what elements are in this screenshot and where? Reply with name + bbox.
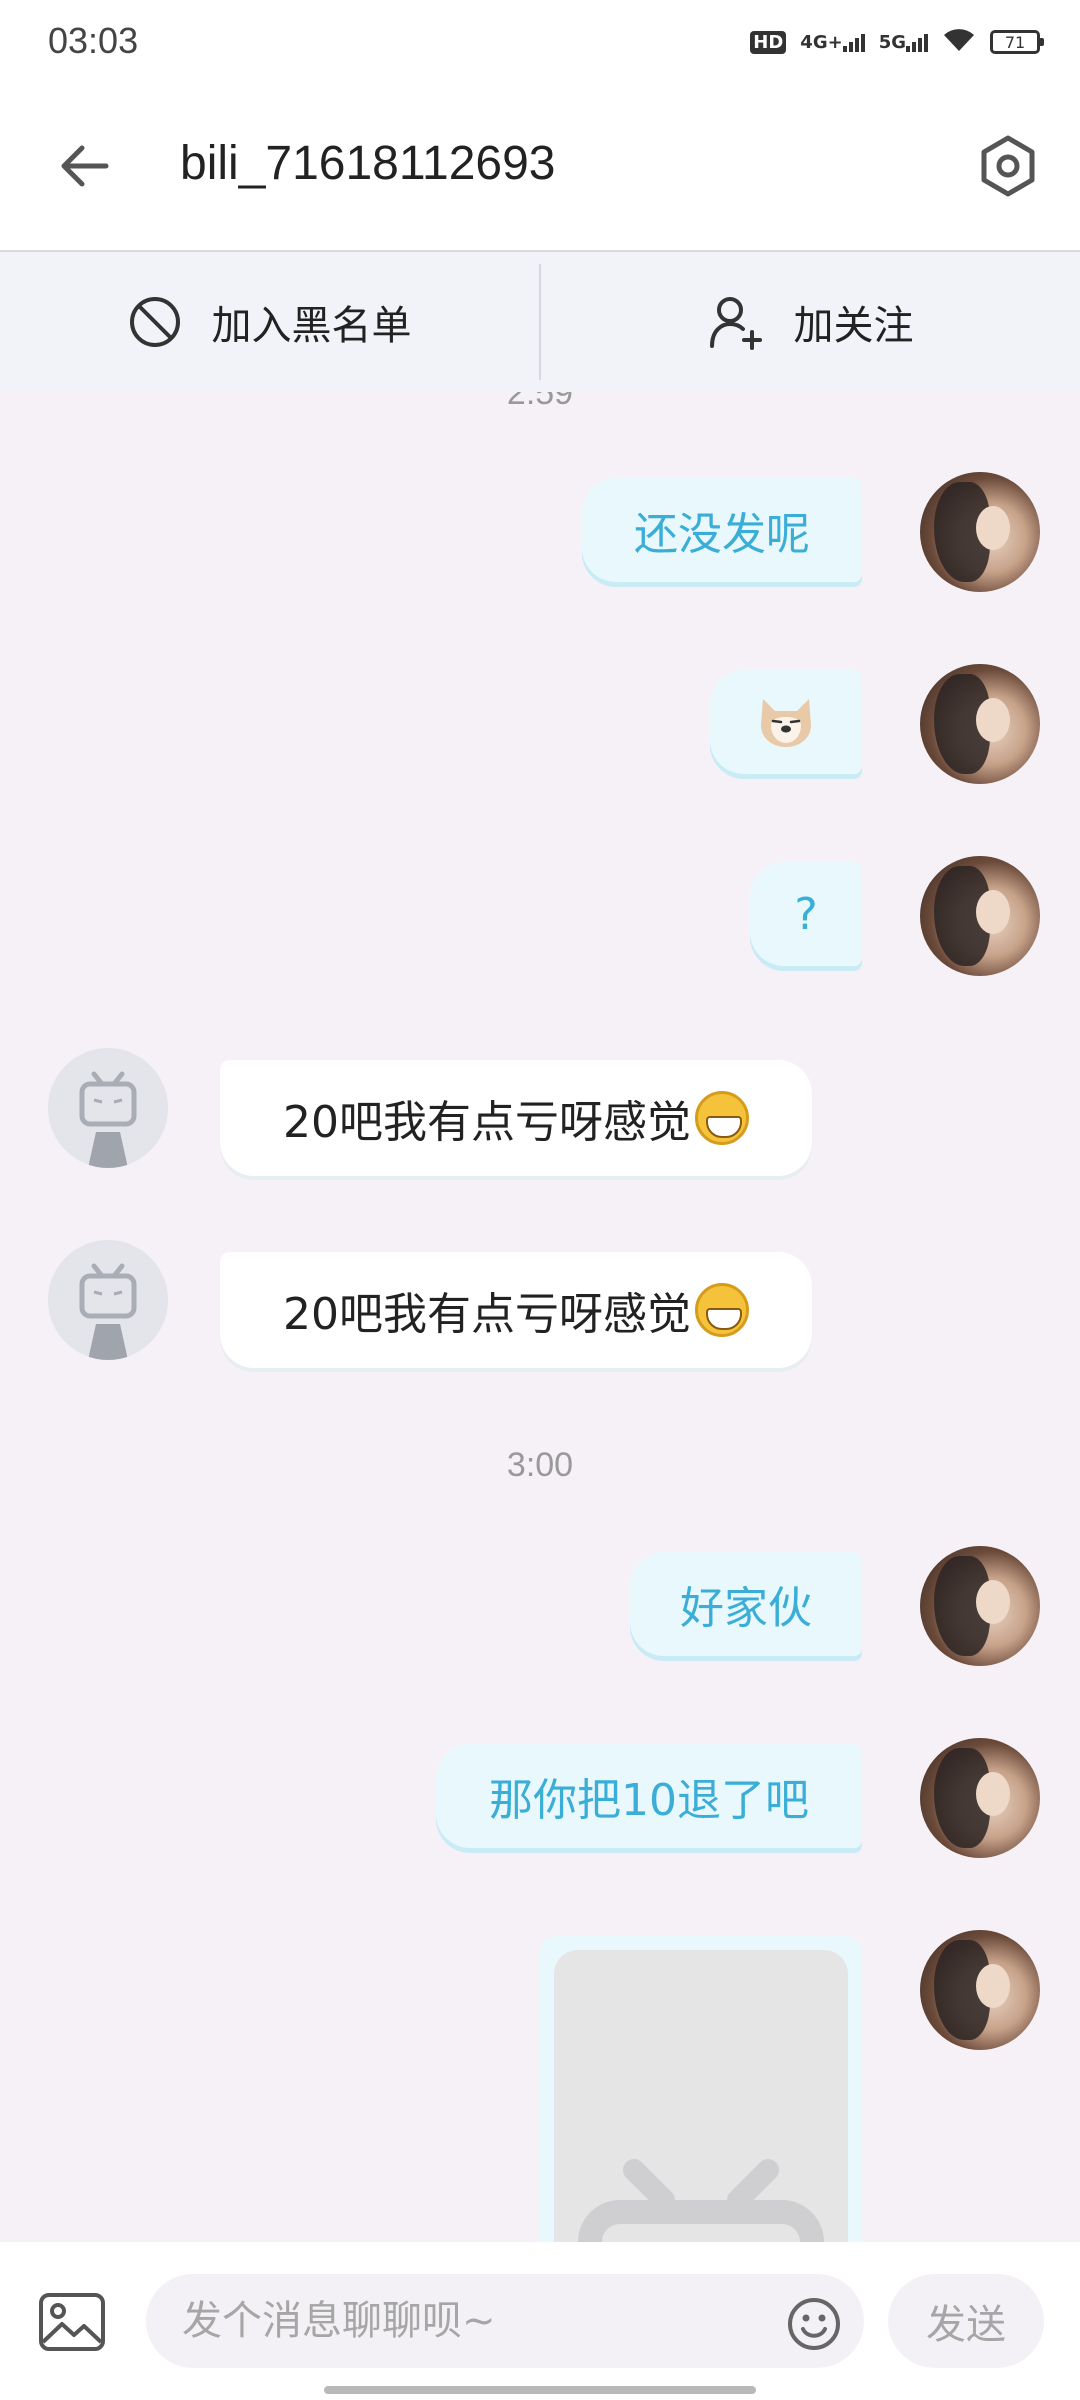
card-thumbnail: [554, 1950, 848, 2242]
hd-icon: HD: [750, 30, 787, 54]
message-bubble[interactable]: [710, 670, 862, 774]
input-bar: 发送: [0, 2242, 1080, 2400]
chat-header: bili_71618112693: [0, 80, 1080, 252]
blacklist-label: 加入黑名单: [211, 303, 412, 349]
grinning-face-emoji: [695, 1283, 749, 1337]
action-bar: 加入黑名单 加关注: [0, 252, 1080, 392]
other-avatar[interactable]: [48, 1240, 168, 1360]
my-avatar[interactable]: [920, 1930, 1040, 2050]
message-bubble[interactable]: 20吧我有点亏呀感觉: [220, 1060, 812, 1176]
add-user-icon: [709, 297, 762, 350]
message-bubble[interactable]: ?: [750, 862, 862, 966]
shared-card-message[interactable]: [540, 1936, 862, 2242]
timestamp: 2:59: [506, 392, 574, 412]
arrow-left-icon: [61, 145, 109, 187]
smiley-icon: [788, 2298, 840, 2350]
status-time: 03:03: [48, 20, 139, 61]
status-bar: 03:03 HD 4G+ 5G 71: [0, 0, 1080, 80]
back-button[interactable]: [44, 130, 124, 202]
battery-icon: 71: [990, 30, 1044, 54]
timestamp: 3:00: [506, 1446, 574, 1484]
chat-screen: 03:03 HD 4G+ 5G 71 bili_71618112693 加入黑名…: [0, 0, 1080, 2400]
hexagon-settings-icon: [981, 135, 1035, 197]
bilibili-tv-avatar-icon: [79, 1263, 137, 1360]
my-avatar[interactable]: [920, 472, 1040, 592]
bilibili-tv-avatar-icon: [79, 1071, 137, 1168]
settings-button[interactable]: [966, 124, 1050, 208]
other-avatar[interactable]: [48, 1048, 168, 1168]
my-avatar[interactable]: [920, 1738, 1040, 1858]
message-list[interactable]: 2:59 还没发呢 ? 20吧我有点亏呀感觉 20吧我有点亏呀感觉 3:00 好…: [0, 392, 1080, 2242]
my-avatar[interactable]: [920, 856, 1040, 976]
signal-5g-icon: 5G: [879, 32, 928, 53]
send-button[interactable]: 发送: [888, 2274, 1044, 2368]
signal-4g-icon: 4G+: [800, 32, 865, 53]
block-icon: [129, 297, 180, 347]
follow-button[interactable]: 加关注: [541, 252, 1080, 392]
grinning-face-emoji: [695, 1091, 749, 1145]
emoji-button[interactable]: [786, 2296, 842, 2352]
conversation-title: bili_71618112693: [180, 137, 556, 190]
message-bubble[interactable]: 好家伙: [630, 1552, 862, 1656]
image-button[interactable]: [38, 2292, 106, 2352]
follow-label: 加关注: [793, 303, 914, 349]
message-bubble[interactable]: 还没发呢: [582, 478, 862, 582]
shiba-dog-emoji: [761, 699, 811, 747]
message-bubble[interactable]: 20吧我有点亏呀感觉: [220, 1252, 812, 1368]
my-avatar[interactable]: [920, 1546, 1040, 1666]
bilibili-tv-placeholder-icon: [578, 2159, 824, 2242]
image-icon: [39, 2293, 105, 2351]
message-input[interactable]: [146, 2274, 864, 2368]
wifi-icon: [942, 27, 976, 57]
message-bubble[interactable]: 那你把10退了吧: [436, 1744, 862, 1848]
status-icons: HD 4G+ 5G 71: [750, 22, 1044, 62]
home-indicator[interactable]: [324, 2386, 756, 2394]
my-avatar[interactable]: [920, 664, 1040, 784]
blacklist-button[interactable]: 加入黑名单: [0, 252, 539, 392]
